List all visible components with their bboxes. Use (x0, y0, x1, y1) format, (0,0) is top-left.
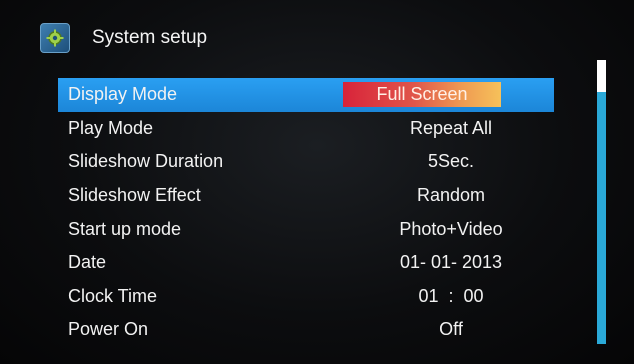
page-title: System setup (92, 27, 208, 48)
menu-item-value[interactable]: Off (358, 319, 554, 340)
menu-item-label: Slideshow Effect (68, 185, 201, 206)
system-setup-screen: System setup Display Mode Full Screen Pl… (0, 0, 634, 364)
menu-item-clock-time[interactable]: Clock Time 01 : 00 (58, 280, 554, 314)
settings-menu: Display Mode Full Screen Play Mode Repea… (58, 78, 554, 347)
header: System setup (40, 18, 207, 58)
menu-item-slideshow-effect[interactable]: Slideshow Effect Random (58, 179, 554, 213)
scrollbar[interactable] (597, 60, 606, 344)
menu-item-display-mode[interactable]: Display Mode Full Screen (58, 78, 554, 112)
menu-item-value[interactable]: 5Sec. (358, 151, 554, 172)
menu-item-label: Start up mode (68, 218, 182, 239)
menu-item-value[interactable]: Full Screen (343, 84, 501, 105)
menu-item-label: Power On (68, 319, 149, 340)
menu-item-label: Display Mode (68, 84, 178, 105)
menu-item-label: Date (68, 252, 107, 273)
settings-gear-icon (40, 23, 70, 53)
scrollbar-thumb[interactable] (597, 60, 606, 92)
menu-item-label: Clock Time (68, 285, 158, 306)
menu-item-power-on[interactable]: Power On Off (58, 313, 554, 347)
menu-item-label: Play Mode (68, 117, 154, 138)
menu-item-value[interactable]: Repeat All (358, 118, 554, 139)
menu-item-value[interactable]: 01- 01- 2013 (358, 252, 554, 273)
menu-item-slideshow-duration[interactable]: Slideshow Duration 5Sec. (58, 145, 554, 179)
menu-item-value[interactable]: 01 : 00 (358, 286, 554, 307)
menu-item-value[interactable]: Photo+Video (358, 219, 554, 240)
menu-item-play-mode[interactable]: Play Mode Repeat All (58, 112, 554, 146)
menu-item-date[interactable]: Date 01- 01- 2013 (58, 246, 554, 280)
menu-item-value[interactable]: Random (358, 185, 554, 206)
menu-item-start-up-mode[interactable]: Start up mode Photo+Video (58, 212, 554, 246)
menu-item-label: Slideshow Duration (68, 151, 224, 172)
